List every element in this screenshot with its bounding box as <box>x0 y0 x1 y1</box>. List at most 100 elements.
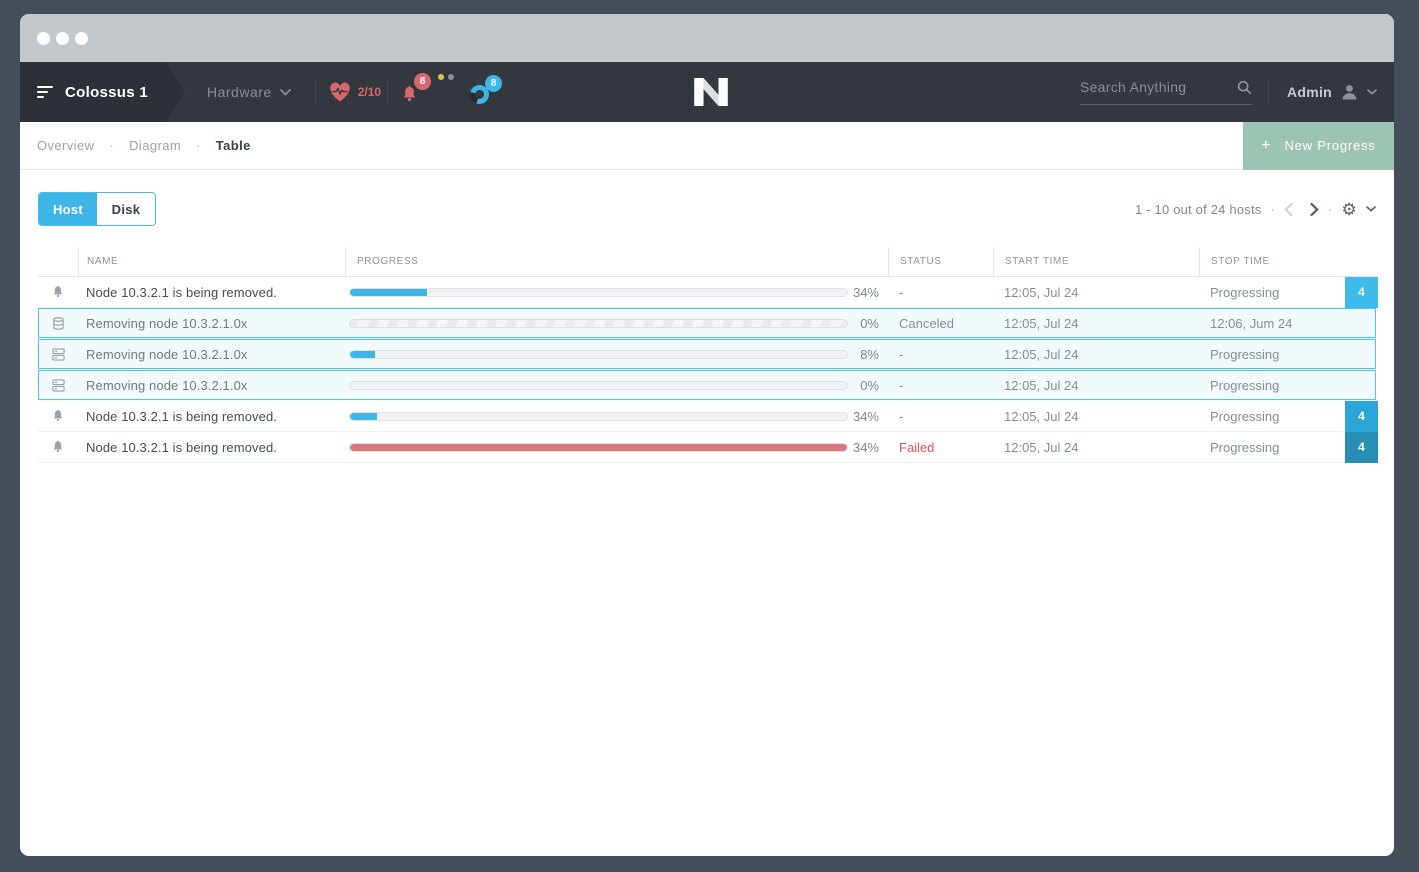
progress-cell: 0% <box>345 378 888 393</box>
user-menu[interactable]: Admin <box>1287 84 1377 100</box>
row-count-badge[interactable]: 4 <box>1345 277 1378 308</box>
row-count-badge <box>1345 308 1378 339</box>
table-row[interactable]: Node 10.3.2.1 is being removed. 34% - 12… <box>38 401 1376 432</box>
row-stop-time: Progressing <box>1199 378 1345 393</box>
settings-gear-icon[interactable]: ⚙ <box>1342 201 1357 218</box>
main-content: Host Disk 1 - 10 out of 24 hosts · · ⚙ <box>20 192 1394 463</box>
progress-percent: 34% <box>853 285 888 300</box>
gray-dot-icon <box>448 74 454 80</box>
row-name: Removing node 10.3.2.1.0x <box>78 378 345 393</box>
row-stop-time: Progressing <box>1199 409 1345 424</box>
row-status: - <box>888 347 993 362</box>
table-row[interactable]: Removing node 10.3.2.1.0x 0% Canceled 12… <box>38 308 1376 339</box>
progress-bar-fill <box>350 413 377 420</box>
tab-overview[interactable]: Overview <box>37 138 94 153</box>
row-start-time: 12:05, Jul 24 <box>993 409 1199 424</box>
view-tabs: Overview · Diagram · Table <box>20 138 251 153</box>
pagination: 1 - 10 out of 24 hosts · · ⚙ <box>1135 201 1376 218</box>
server-rack-icon <box>38 348 78 361</box>
hardware-menu-label: Hardware <box>207 84 272 100</box>
divider <box>387 79 388 105</box>
app-window: Colossus 1 Hardware 2/10 8 <box>20 14 1394 856</box>
next-page-button[interactable] <box>1310 203 1319 216</box>
progress-bar <box>349 288 848 297</box>
table-row[interactable]: Node 10.3.2.1 is being removed. 34% - 12… <box>38 277 1376 308</box>
toggle-host[interactable]: Host <box>39 193 97 225</box>
row-stop-time: Progressing <box>1199 440 1345 455</box>
progress-cell: 0% <box>345 316 888 331</box>
column-header-icon <box>38 247 78 276</box>
bell-icon <box>38 285 78 300</box>
progress-percent: 0% <box>860 378 888 393</box>
row-status: - <box>888 409 993 424</box>
row-count-badge[interactable]: 4 <box>1345 432 1378 463</box>
settings-chevron-down-icon[interactable] <box>1366 206 1376 212</box>
row-name: Node 10.3.2.1 is being removed. <box>78 440 345 455</box>
person-icon <box>1341 84 1358 100</box>
search-icon <box>1237 80 1252 95</box>
bell-icon <box>38 440 78 455</box>
brand-block[interactable]: Colossus 1 <box>20 62 165 122</box>
chevron-down-icon <box>1367 89 1377 95</box>
row-stop-time: Progressing <box>1199 347 1345 362</box>
row-count-badge <box>1345 339 1378 370</box>
progress-cell: 34% <box>345 285 888 300</box>
chevron-down-icon <box>280 89 291 96</box>
row-stop-time: Progressing <box>1199 285 1345 300</box>
progress-bar <box>349 381 848 390</box>
alerts-indicator[interactable]: 8 <box>400 80 454 105</box>
product-name: Colossus 1 <box>65 84 148 101</box>
table-row[interactable]: Node 10.3.2.1 is being removed. 34% Fail… <box>38 432 1376 463</box>
alerts-count-badge: 8 <box>414 73 431 90</box>
column-header-name: NAME <box>78 247 345 276</box>
divider <box>1268 79 1269 105</box>
table-row[interactable]: Removing node 10.3.2.1.0x 0% - 12:05, Ju… <box>38 370 1376 401</box>
table-row[interactable]: Removing node 10.3.2.1.0x 8% - 12:05, Ju… <box>38 339 1376 370</box>
progress-percent: 34% <box>853 409 888 424</box>
progress-table: NAME PROGRESS STATUS START TIME STOP TIM… <box>38 247 1376 463</box>
row-status: Failed <box>888 440 993 455</box>
column-header-start-time: START TIME <box>993 247 1199 276</box>
heart-pulse-icon <box>328 82 352 103</box>
tasks-count-badge: 8 <box>485 75 502 92</box>
search-input[interactable]: Search Anything <box>1080 79 1252 105</box>
toggle-disk[interactable]: Disk <box>97 193 155 225</box>
tasks-indicator[interactable]: 8 <box>470 83 502 102</box>
row-start-time: 12:05, Jul 24 <box>993 285 1199 300</box>
menu-icon[interactable] <box>37 86 54 98</box>
tab-separator: · <box>196 138 201 153</box>
row-start-time: 12:05, Jul 24 <box>993 347 1199 362</box>
progress-bar <box>349 412 848 421</box>
app-header: Colossus 1 Hardware 2/10 8 <box>20 62 1394 122</box>
column-header-badge <box>1345 247 1378 276</box>
pagination-separator: · <box>1270 202 1275 217</box>
row-name: Node 10.3.2.1 is being removed. <box>78 285 345 300</box>
progress-cell: 34% <box>345 440 888 455</box>
tab-diagram[interactable]: Diagram <box>129 138 181 153</box>
tab-table[interactable]: Table <box>216 138 251 153</box>
row-name: Node 10.3.2.1 is being removed. <box>78 409 345 424</box>
window-titlebar <box>20 14 1394 62</box>
window-control-dot[interactable] <box>37 32 50 45</box>
progress-percent: 8% <box>860 347 888 362</box>
database-icon <box>38 316 78 331</box>
row-start-time: 12:05, Jul 24 <box>993 316 1199 331</box>
row-status: - <box>888 378 993 393</box>
new-progress-button[interactable]: + New Progress <box>1243 122 1394 170</box>
header-right: Search Anything Admin <box>1080 79 1394 105</box>
plus-icon: + <box>1261 137 1271 155</box>
new-progress-label: New Progress <box>1284 138 1375 153</box>
window-control-dot[interactable] <box>75 32 88 45</box>
progress-bar-fill <box>350 289 427 296</box>
server-rack-icon <box>38 379 78 392</box>
divider <box>315 79 316 105</box>
bell-icon <box>38 409 78 424</box>
progress-bar <box>349 319 848 328</box>
table-toolbar: Host Disk 1 - 10 out of 24 hosts · · ⚙ <box>38 192 1376 226</box>
health-indicator[interactable]: 2/10 <box>328 82 381 103</box>
row-count-badge[interactable]: 4 <box>1345 401 1378 432</box>
window-control-dot[interactable] <box>56 32 69 45</box>
prev-page-button[interactable] <box>1284 203 1293 216</box>
hardware-menu[interactable]: Hardware <box>207 84 291 100</box>
row-name: Removing node 10.3.2.1.0x <box>78 347 345 362</box>
